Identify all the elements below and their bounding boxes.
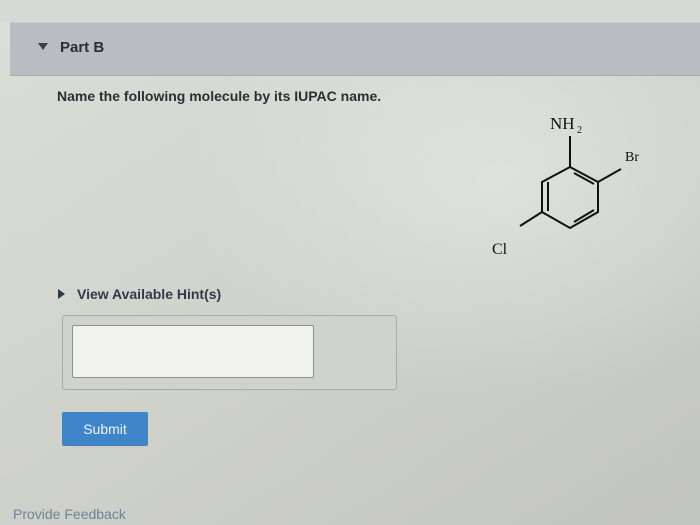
benzene-ring [541, 165, 599, 230]
chloro-bond [519, 211, 543, 227]
bromo-bond [597, 168, 622, 183]
chevron-down-icon[interactable] [38, 43, 48, 50]
amine-subscript: 2 [577, 125, 582, 136]
amine-label: NH [550, 114, 575, 133]
benzene-hexagon [541, 165, 599, 230]
answer-panel [62, 315, 397, 390]
part-title: Part B [60, 39, 105, 56]
provide-feedback-link[interactable]: Provide Feedback [13, 506, 126, 522]
part-header[interactable]: Part B [10, 22, 700, 76]
chloro-label: Cl [492, 241, 508, 258]
answer-input[interactable] [72, 325, 314, 378]
view-hints-label[interactable]: View Available Hint(s) [77, 286, 221, 302]
question-prompt: Name the following molecule by its IUPAC… [57, 88, 382, 104]
view-hints-toggle[interactable]: View Available Hint(s) [58, 286, 221, 302]
molecule-structure: NH 2 Br Cl [492, 114, 639, 258]
substituent-bonds [519, 136, 622, 227]
top-strip [0, 0, 700, 22]
chevron-right-icon[interactable] [58, 289, 65, 299]
bromo-label: Br [625, 150, 639, 165]
ring-double-bonds [547, 172, 595, 223]
submit-button[interactable]: Submit [62, 412, 148, 446]
